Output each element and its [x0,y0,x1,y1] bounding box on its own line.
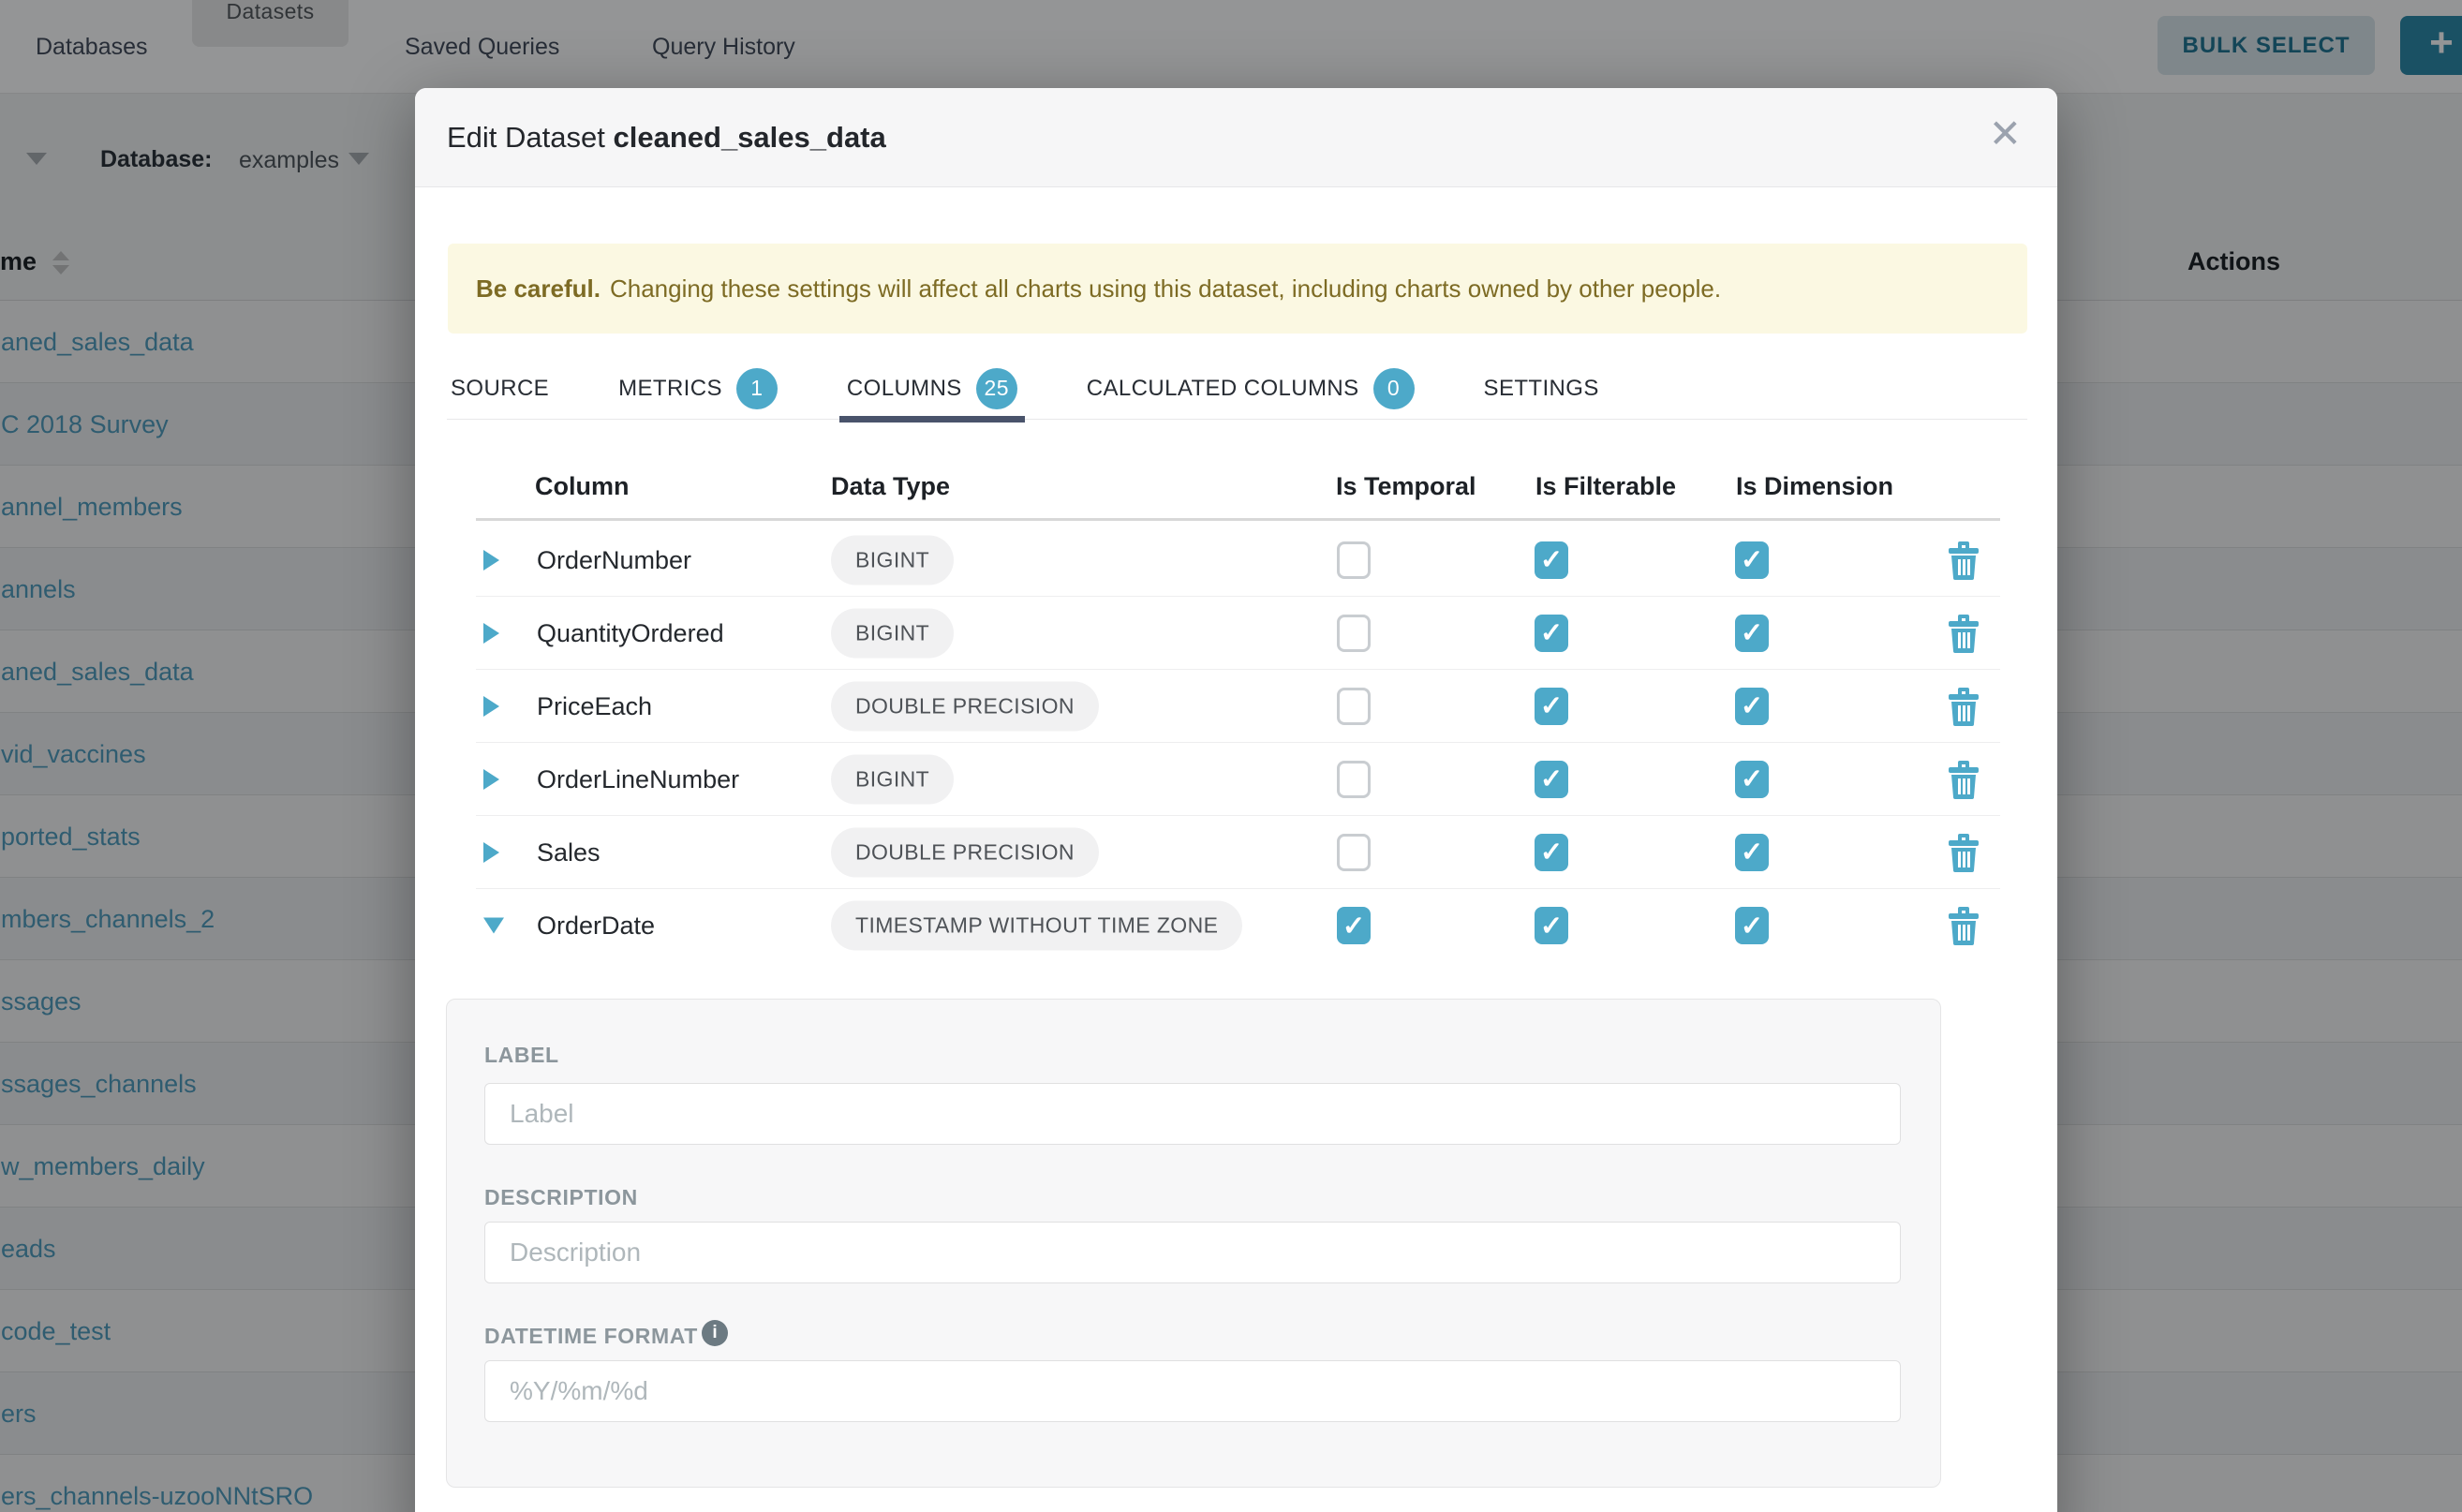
column-detail-panel: LABEL DESCRIPTION DATETIME FORMAT i [446,999,1941,1488]
tab-count-badge: 1 [736,368,778,409]
modal-title-dataset-name: cleaned_sales_data [614,121,886,154]
trash-icon[interactable] [1948,687,1980,726]
column-header: Is Filterable [1535,452,1676,521]
column-header: Column [535,452,630,521]
is-temporal-checkbox[interactable] [1337,688,1371,725]
column-row: Sales DOUBLE PRECISION ✓ ✓ [476,816,2000,889]
column-name: PriceEach [537,670,652,743]
tab-metrics[interactable]: METRICS 1 [615,358,781,419]
column-row: OrderDate TIMESTAMP WITHOUT TIME ZONE ✓ … [476,889,2000,962]
data-type-pill: DOUBLE PRECISION [831,827,1099,877]
modal-tabs: SOURCE METRICS 1 COLUMNS 25 CALCULATED C… [447,358,2027,420]
data-type-pill: TIMESTAMP WITHOUT TIME ZONE [831,901,1242,951]
trash-icon[interactable] [1948,760,1980,799]
trash-icon[interactable] [1948,906,1980,945]
trash-icon[interactable] [1948,614,1980,653]
tab-settings[interactable]: SETTINGS [1480,358,1603,419]
columns-table-body: OrderNumber BIGINT ✓ ✓ QuantityOrdered B… [476,524,2000,962]
is-dimension-checkbox[interactable]: ✓ [1735,541,1769,579]
trash-icon[interactable] [1948,833,1980,872]
column-row: OrderNumber BIGINT ✓ ✓ [476,524,2000,597]
datetime-format-caption: DATETIME FORMAT [484,1324,698,1349]
info-icon[interactable]: i [702,1320,728,1346]
expand-caret-icon[interactable] [483,696,499,717]
close-icon[interactable]: ✕ [1989,114,2022,154]
description-field-caption: DESCRIPTION [484,1185,638,1210]
column-name: OrderLineNumber [537,743,739,816]
is-temporal-checkbox[interactable] [1337,541,1371,579]
warning-text: Changing these settings will affect all … [610,274,1721,304]
is-temporal-checkbox[interactable] [1337,834,1371,871]
expand-caret-icon[interactable] [483,842,499,863]
is-filterable-checkbox[interactable]: ✓ [1535,688,1568,725]
expand-caret-icon[interactable] [483,623,499,644]
label-input[interactable] [484,1083,1901,1145]
tab-label: SOURCE [451,376,549,402]
is-dimension-checkbox[interactable]: ✓ [1735,688,1769,725]
tab-label: METRICS [618,376,722,402]
modal-title-prefix: Edit Dataset [447,121,605,154]
column-name: Sales [537,816,601,889]
tab-count-badge: 0 [1373,368,1415,409]
warning-bold: Be careful. [476,274,601,304]
datetime-format-input[interactable] [484,1360,1901,1422]
expand-caret-icon[interactable] [483,550,499,571]
column-name: QuantityOrdered [537,597,724,670]
collapse-caret-icon[interactable] [483,918,504,934]
is-filterable-checkbox[interactable]: ✓ [1535,761,1568,798]
column-row: QuantityOrdered BIGINT ✓ ✓ [476,597,2000,670]
column-name: OrderDate [537,889,655,962]
column-header: Data Type [831,452,950,521]
data-type-pill: BIGINT [831,535,954,585]
tab-label: CALCULATED COLUMNS [1087,376,1359,402]
column-row: PriceEach DOUBLE PRECISION ✓ ✓ [476,670,2000,743]
data-type-pill: BIGINT [831,754,954,804]
data-type-pill: DOUBLE PRECISION [831,681,1099,731]
tab-count-badge: 25 [976,368,1017,409]
is-dimension-checkbox[interactable]: ✓ [1735,834,1769,871]
is-filterable-checkbox[interactable]: ✓ [1535,907,1568,944]
is-dimension-checkbox[interactable]: ✓ [1735,615,1769,652]
expand-caret-icon[interactable] [483,769,499,790]
description-input[interactable] [484,1222,1901,1283]
tab-label: COLUMNS [847,376,962,402]
modal-title: Edit Dataset cleaned_sales_data [447,121,886,155]
column-row: OrderLineNumber BIGINT ✓ ✓ [476,743,2000,816]
is-filterable-checkbox[interactable]: ✓ [1535,541,1568,579]
warning-banner: Be careful. Changing these settings will… [448,244,2027,334]
is-dimension-checkbox[interactable]: ✓ [1735,761,1769,798]
modal-header: Edit Dataset cleaned_sales_data ✕ [415,88,2057,187]
tab-calculated-columns[interactable]: CALCULATED COLUMNS 0 [1083,358,1418,419]
is-dimension-checkbox[interactable]: ✓ [1735,907,1769,944]
tab-source[interactable]: SOURCE [447,358,553,419]
edit-dataset-modal: Edit Dataset cleaned_sales_data ✕ Be car… [415,88,2057,1512]
tab-label: SETTINGS [1484,376,1599,402]
trash-icon[interactable] [1948,541,1980,580]
screen: Databases Datasets Saved Queries Query H… [0,0,2462,1512]
is-filterable-checkbox[interactable]: ✓ [1535,615,1568,652]
tab-columns[interactable]: COLUMNS 25 [843,358,1021,419]
columns-table-header: Column Data Type Is Temporal Is Filterab… [476,452,2000,521]
is-temporal-checkbox[interactable] [1337,761,1371,798]
label-field-caption: LABEL [484,1043,559,1068]
column-header: Is Dimension [1736,452,1893,521]
column-header: Is Temporal [1336,452,1476,521]
is-temporal-checkbox[interactable]: ✓ [1337,907,1371,944]
is-temporal-checkbox[interactable] [1337,615,1371,652]
data-type-pill: BIGINT [831,608,954,658]
is-filterable-checkbox[interactable]: ✓ [1535,834,1568,871]
column-name: OrderNumber [537,524,691,597]
